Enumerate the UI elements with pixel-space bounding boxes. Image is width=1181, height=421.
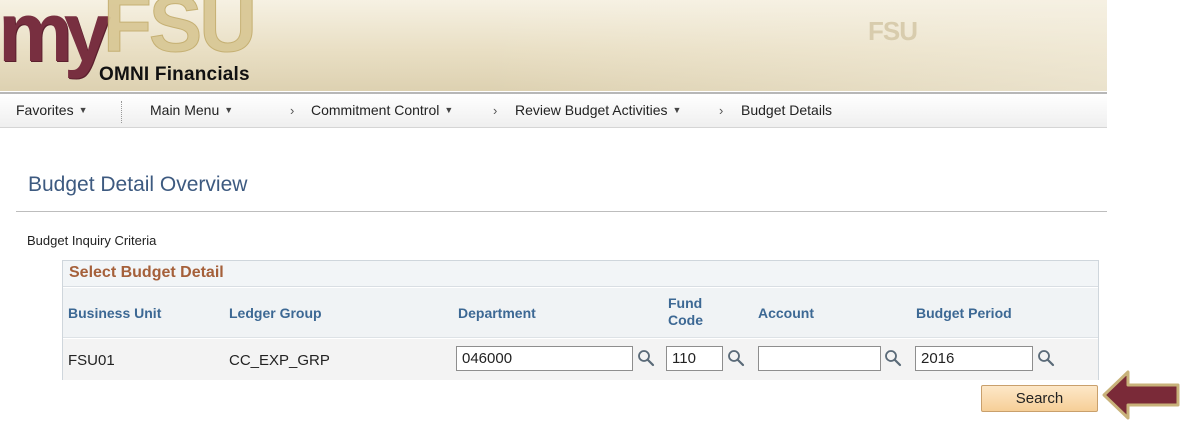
fund-code-line-2: Code [668,312,703,328]
select-budget-detail-grid: Select Budget Detail Business Unit Ledge… [62,260,1099,380]
breadcrumb-commitment-control[interactable]: Commitment Control ▼ [311,102,453,118]
banner-watermark: FSU [868,16,918,46]
budget-period-input[interactable] [915,346,1033,371]
account-input[interactable] [758,346,881,371]
navigation-bar: Favorites ▼ Main Menu ▼ › Commitment Contr… [0,92,1107,128]
ledger-group-value: CC_EXP_GRP [229,352,330,369]
breadcrumb-budget-details[interactable]: Budget Details [741,102,832,118]
fund-code-line-1: Fund [668,295,703,311]
breadcrumb-separator-icon: › [719,103,724,118]
grid-header-row: Business Unit Ledger Group Department Fu… [63,288,1098,338]
section-label: Budget Inquiry Criteria [27,233,157,248]
breadcrumb-separator-icon: › [290,103,295,118]
fund-code-input[interactable] [666,346,723,371]
column-header-budget-period: Budget Period [916,305,1012,321]
breadcrumb-label: Budget Details [741,102,833,118]
search-button[interactable]: Search [981,385,1098,412]
favorites-menu[interactable]: Favorites ▼ [16,102,88,118]
logo-fsu-text: FSU [103,0,258,68]
favorites-label: Favorites [16,102,74,118]
main-menu[interactable]: Main Menu ▼ [150,102,233,118]
caret-down-icon: ▼ [224,105,234,115]
breadcrumb-label: Commitment Control [311,102,440,118]
column-header-department: Department [458,305,536,321]
column-header-account: Account [758,305,814,321]
magnifier-icon[interactable] [1037,349,1055,367]
magnifier-icon[interactable] [884,349,902,367]
column-header-ledger-group: Ledger Group [229,305,322,321]
grid-caption-text: Select Budget Detail [69,264,224,281]
caret-down-icon: ▼ [78,105,88,115]
app-name: OMNI Financials [99,64,250,85]
breadcrumb-label: Review Budget Activities [515,102,668,118]
breadcrumb-separator-icon: › [493,103,498,118]
breadcrumb-review-budget-activities[interactable]: Review Budget Activities ▼ [515,102,681,118]
column-header-fund-code: Fund Code [668,295,703,329]
caret-down-icon: ▼ [672,105,682,115]
table-row: FSU01 CC_EXP_GRP [63,339,1098,380]
header-banner: FSU my FSU OMNI Financials [0,0,1107,91]
title-divider [16,211,1107,212]
main-menu-label: Main Menu [150,102,220,118]
arrow-left-icon [1102,370,1180,420]
nav-divider [121,101,122,123]
banner-gradient [487,0,1107,91]
magnifier-icon[interactable] [727,349,745,367]
caret-down-icon: ▼ [444,105,454,115]
business-unit-value: FSU01 [68,352,115,369]
logo-my-text: my [0,0,110,79]
grid-caption: Select Budget Detail [63,261,1098,287]
magnifier-icon[interactable] [637,349,655,367]
page-title: Budget Detail Overview [28,173,248,196]
department-input[interactable] [456,346,633,371]
column-header-business-unit: Business Unit [68,305,162,321]
